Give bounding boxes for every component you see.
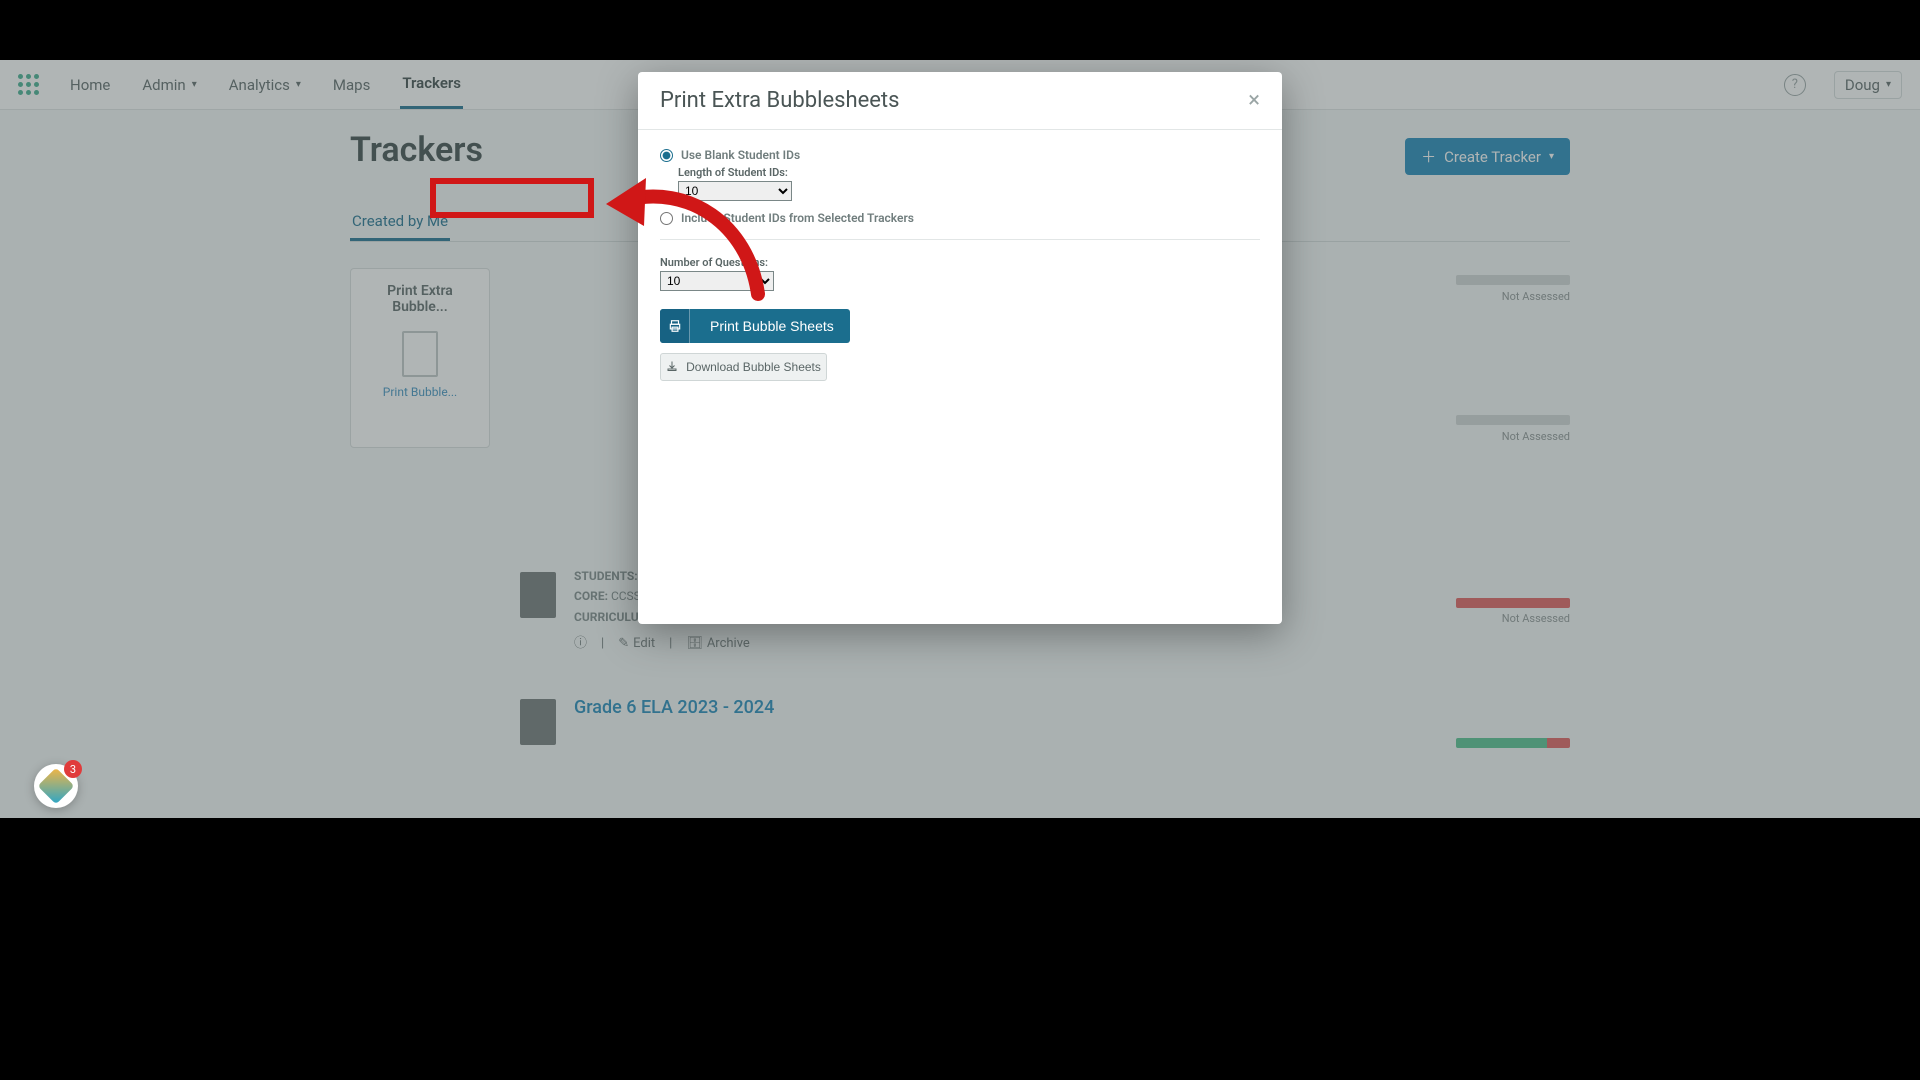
radio-use-blank-ids[interactable]: Use Blank Student IDs [660, 148, 1260, 162]
close-icon[interactable]: × [1248, 90, 1260, 112]
modal-title: Print Extra Bubblesheets [660, 88, 899, 113]
download-bubble-sheets-button[interactable]: Download Bubble Sheets [660, 353, 827, 381]
radio-use-blank-ids-input[interactable] [660, 149, 673, 162]
radio-include-ids[interactable]: Include Student IDs from Selected Tracke… [660, 211, 1260, 225]
chat-widget[interactable]: 3 [34, 764, 78, 808]
download-icon [666, 360, 678, 375]
print-extra-bubblesheets-modal: Print Extra Bubblesheets × Use Blank Stu… [638, 72, 1282, 624]
num-questions-label: Number of Questions: [660, 256, 1260, 269]
num-questions-select[interactable]: 10 [660, 271, 774, 291]
radio-include-ids-input[interactable] [660, 212, 673, 225]
length-of-ids-field: Length of Student IDs: 10 [678, 166, 1260, 201]
print-icon [660, 309, 690, 343]
app-root: Home Admin▾ Analytics▾ Maps Trackers ? D… [0, 60, 1920, 818]
length-label: Length of Student IDs: [678, 166, 1260, 179]
length-of-ids-select[interactable]: 10 [678, 181, 792, 201]
print-bubble-sheets-button[interactable]: Print Bubble Sheets [660, 309, 850, 343]
chat-badge: 3 [64, 760, 82, 778]
